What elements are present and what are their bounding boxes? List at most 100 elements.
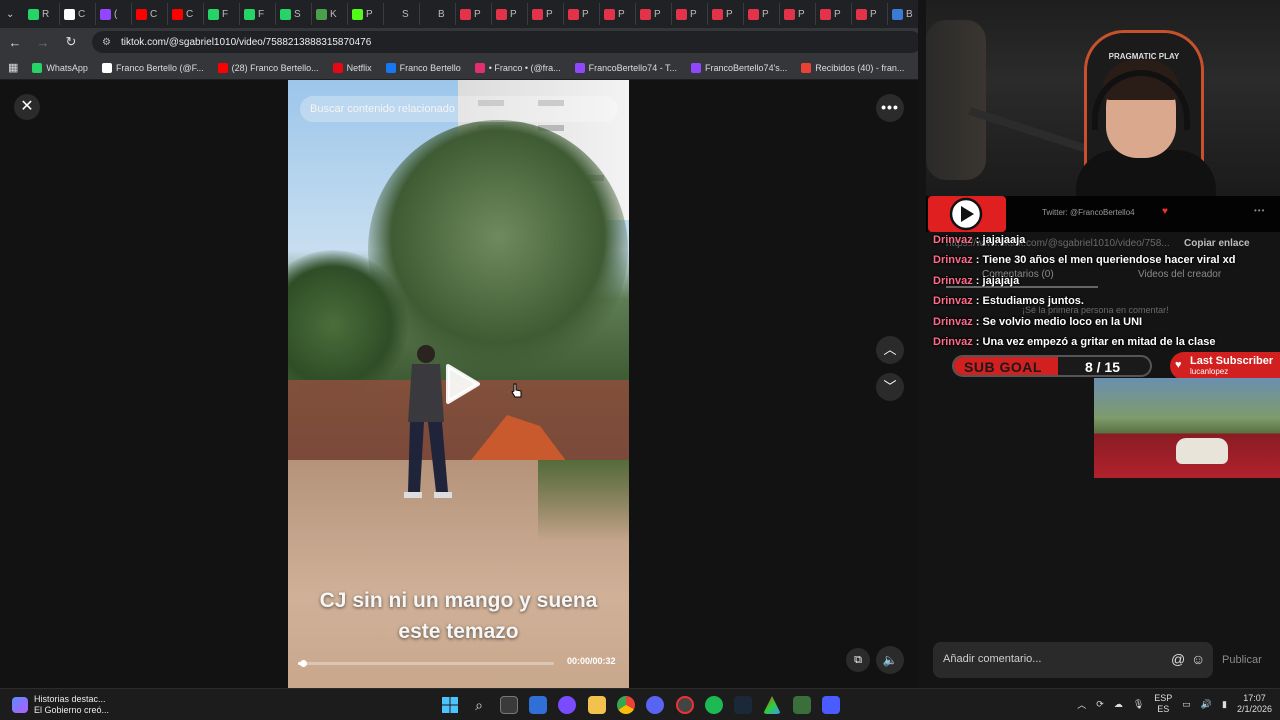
mention-at-icon[interactable]: @ xyxy=(1171,651,1185,667)
apps-grid-icon[interactable]: ▦ xyxy=(8,61,18,74)
battery-icon[interactable]: ▮ xyxy=(1222,699,1227,710)
bookmark-item[interactable]: Netflix xyxy=(332,62,372,73)
previous-video-chevron-up-icon[interactable]: ︿ xyxy=(876,336,904,364)
tab-label: B xyxy=(906,8,913,20)
browser-tab[interactable]: P xyxy=(780,3,816,25)
reload-icon[interactable]: ↻ xyxy=(64,34,78,50)
video-progress-bar[interactable] xyxy=(298,660,554,667)
tab-label: C xyxy=(78,8,86,20)
search-icon[interactable]: ⌕ xyxy=(601,102,608,117)
monitor-app-icon[interactable] xyxy=(822,696,840,714)
tab-favicon-icon xyxy=(280,8,291,20)
browser-tab[interactable]: P xyxy=(492,3,528,25)
spotify-icon[interactable] xyxy=(705,696,723,714)
close-icon[interactable]: ✕ xyxy=(14,94,40,120)
bookmarks-bar: ▦ WhatsApp Franco Bertello (@F... (28) Fra… xyxy=(0,56,926,80)
app-circle-icon[interactable] xyxy=(558,696,576,714)
language-indicator[interactable]: ESP ES xyxy=(1154,693,1172,715)
store-icon[interactable] xyxy=(529,696,547,714)
tab-label: S xyxy=(294,8,301,20)
browser-tab[interactable]: P xyxy=(528,3,564,25)
related-content-search[interactable]: Buscar contenido relacionado ⌕ xyxy=(300,96,618,122)
forward-arrow-icon[interactable]: → xyxy=(36,35,50,50)
tab-favicon-icon xyxy=(64,8,75,20)
bookmark-item[interactable]: FrancoBertello74's... xyxy=(691,62,787,73)
bookmark-item[interactable]: (28) Franco Bertello... xyxy=(217,62,319,73)
emoji-icon[interactable]: ☺ xyxy=(1191,651,1205,667)
bookmark-item[interactable]: FrancoBertello74 - T... xyxy=(574,62,677,73)
cloud-icon[interactable]: ☁ xyxy=(1114,699,1123,710)
windows-start-icon[interactable] xyxy=(441,696,459,714)
browser-tab[interactable]: P xyxy=(708,3,744,25)
triangle-app-icon[interactable] xyxy=(763,696,781,714)
browser-tab[interactable]: P xyxy=(852,3,888,25)
play-icon[interactable] xyxy=(438,362,482,406)
browser-tab[interactable]: P xyxy=(600,3,636,25)
tab-search-chevron-icon[interactable]: ⌄ xyxy=(6,9,20,20)
browser-tab[interactable]: F xyxy=(240,3,276,25)
search-icon[interactable]: ⌕ xyxy=(470,696,488,714)
browser-tab[interactable]: C xyxy=(60,3,96,25)
sync-icon[interactable]: ⟳ xyxy=(1096,699,1104,710)
browser-tab[interactable]: P xyxy=(348,3,384,25)
tab-favicon-icon xyxy=(892,8,903,20)
comment-input[interactable]: Añadir comentario... xyxy=(943,653,1041,665)
volume-icon[interactable]: 🔈 xyxy=(876,646,904,674)
last-subscriber-name: lucanlopez xyxy=(1190,367,1229,376)
site-settings-icon[interactable]: ⚙ xyxy=(102,37,111,48)
clock[interactable]: 17:07 2/1/2026 xyxy=(1237,693,1272,715)
browser-tab[interactable]: C xyxy=(132,3,168,25)
network-icon[interactable]: ▭ xyxy=(1182,699,1191,710)
bookmark-item[interactable]: • Franco • (@fra... xyxy=(474,62,561,73)
system-tray: ︿ ⟳ ☁ 🎙 ESP ES ▭ 🔊 ▮ 17:07 2/1/2026 xyxy=(1077,693,1272,715)
bookmark-favicon-icon xyxy=(32,62,43,73)
last-subscriber-badge: ♥ Last Subscriber lucanlopez xyxy=(1170,352,1280,380)
obs-icon[interactable] xyxy=(676,696,694,714)
browser-tab[interactable]: P xyxy=(672,3,708,25)
browser-tab[interactable]: S xyxy=(276,3,312,25)
news-subtitle: El Gobierno creó... xyxy=(34,705,110,715)
browser-tab[interactable]: S xyxy=(384,3,420,25)
volume-icon[interactable]: 🔊 xyxy=(1201,699,1212,710)
bookmark-item[interactable]: Franco Bertello (@F... xyxy=(101,62,204,73)
browser-tab[interactable]: P xyxy=(564,3,600,25)
chevron-up-icon[interactable]: ︿ xyxy=(1077,698,1086,711)
browser-tab[interactable]: F xyxy=(204,3,240,25)
bookmark-item[interactable]: WhatsApp xyxy=(32,62,88,73)
video-player[interactable]: Buscar contenido relacionado ⌕ CJ sin ni… xyxy=(288,80,629,688)
bookmark-item[interactable]: Recibidos (40) - fran... xyxy=(801,62,904,73)
back-arrow-icon[interactable]: ← xyxy=(8,35,22,50)
next-video-chevron-down-icon[interactable]: ﹀ xyxy=(876,373,904,401)
sub-goal-count: 8 / 15 xyxy=(1084,359,1120,375)
chrome-icon[interactable] xyxy=(617,696,635,714)
bookmark-favicon-icon xyxy=(332,62,343,73)
file-explorer-icon[interactable] xyxy=(588,696,606,714)
browser-tab[interactable]: P xyxy=(456,3,492,25)
browser-tab[interactable]: P xyxy=(816,3,852,25)
publish-button[interactable]: Publicar xyxy=(1222,654,1262,666)
browser-tab[interactable]: R xyxy=(24,3,60,25)
browser-tab[interactable]: P xyxy=(744,3,780,25)
task-view-icon[interactable] xyxy=(500,696,518,714)
browser-tab[interactable]: C xyxy=(168,3,204,25)
tab-label: K xyxy=(330,8,337,20)
browser-tab[interactable]: B xyxy=(420,3,456,25)
browser-tab[interactable]: K xyxy=(312,3,348,25)
tab-label: P xyxy=(654,8,661,20)
discord-icon[interactable] xyxy=(646,696,664,714)
tab-favicon-icon xyxy=(676,8,687,20)
game-app-icon[interactable] xyxy=(793,696,811,714)
picture-in-picture-icon[interactable]: ⧉ xyxy=(846,648,870,672)
bookmark-item[interactable]: Franco Bertello xyxy=(385,62,461,73)
bookmark-label: Franco Bertello xyxy=(399,62,461,73)
address-bar[interactable]: ⚙ tiktok.com/@sgabriel1010/video/7588213… xyxy=(92,31,922,53)
browser-tab[interactable]: P xyxy=(636,3,672,25)
mic-icon[interactable]: 🎙 xyxy=(1133,699,1144,710)
clock-date: 2/1/2026 xyxy=(1236,704,1272,714)
more-options-icon[interactable]: ••• xyxy=(876,94,904,122)
news-widget[interactable]: Historias destac... El Gobierno creó... xyxy=(12,694,109,716)
game-car xyxy=(1176,438,1228,464)
steam-icon[interactable] xyxy=(734,696,752,714)
browser-tab[interactable]: ( xyxy=(96,3,132,25)
comment-box[interactable]: Añadir comentario... @ ☺ xyxy=(933,642,1213,678)
